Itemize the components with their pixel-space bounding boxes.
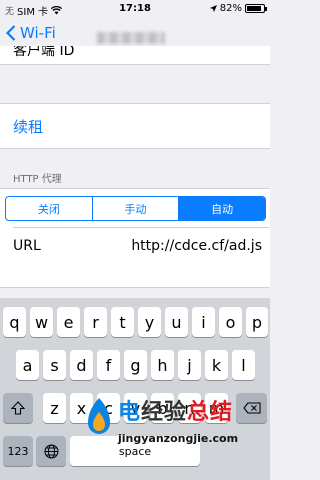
key-j[interactable]: j — [178, 350, 201, 380]
keyboard-row-4: 123 space — [0, 436, 270, 466]
key-i[interactable]: i — [192, 307, 215, 337]
key-z[interactable]: z — [43, 393, 66, 423]
keyboard-row-1: q w e r t y u i o p — [0, 307, 270, 337]
network-name-redacted — [97, 32, 165, 44]
status-right: 82% — [209, 3, 267, 14]
key-w[interactable]: w — [30, 307, 53, 337]
renew-lease-button[interactable]: 续租 — [0, 103, 270, 149]
proxy-mode-manual[interactable]: 手动 — [91, 197, 179, 220]
back-label: Wi-Fi — [20, 24, 56, 42]
key-b[interactable]: b — [151, 393, 174, 423]
renew-lease-label: 续租 — [13, 118, 44, 136]
url-field[interactable]: http://cdce.cf/ad.js — [131, 238, 262, 254]
divider — [13, 227, 270, 228]
client-id-label: 客户端 ID — [13, 46, 75, 59]
keyboard: q w e r t y u i o p a s d f g h j k l z … — [0, 298, 270, 480]
proxy-mode-segmented-control: 关闭 手动 自动 — [5, 196, 266, 221]
key-n[interactable]: n — [178, 393, 201, 423]
keyboard-row-2: a s d f g h j k l — [0, 350, 270, 380]
key-c[interactable]: c — [97, 393, 120, 423]
key-o[interactable]: o — [219, 307, 242, 337]
delete-key[interactable] — [236, 393, 267, 423]
keyboard-row-3: z x c v b n m — [0, 393, 270, 423]
space-key[interactable]: space — [70, 436, 200, 466]
globe-key[interactable] — [36, 436, 66, 466]
key-p[interactable]: p — [246, 307, 268, 337]
back-button[interactable]: Wi-Fi — [6, 24, 56, 42]
status-bar: 无 SIM 卡 17:18 82% — [0, 0, 270, 18]
key-r[interactable]: r — [84, 307, 107, 337]
key-k[interactable]: k — [205, 350, 228, 380]
key-u[interactable]: u — [165, 307, 188, 337]
shift-key[interactable] — [3, 393, 33, 423]
key-x[interactable]: x — [70, 393, 93, 423]
key-a[interactable]: a — [16, 350, 39, 380]
chevron-left-icon — [6, 25, 16, 41]
numbers-key[interactable]: 123 — [3, 436, 33, 466]
globe-icon — [44, 444, 58, 458]
key-m[interactable]: m — [205, 393, 228, 423]
key-d[interactable]: d — [70, 350, 93, 380]
delete-icon — [242, 402, 261, 414]
key-q[interactable]: q — [3, 307, 26, 337]
key-v[interactable]: v — [124, 393, 147, 423]
key-h[interactable]: h — [151, 350, 174, 380]
key-y[interactable]: y — [138, 307, 161, 337]
battery-percent: 82% — [219, 3, 242, 14]
location-icon — [209, 5, 217, 12]
shift-icon — [11, 401, 25, 415]
key-l[interactable]: l — [232, 350, 255, 380]
url-label: URL — [13, 238, 41, 254]
key-g[interactable]: g — [124, 350, 147, 380]
proxy-mode-off[interactable]: 关闭 — [6, 197, 92, 220]
key-s[interactable]: s — [43, 350, 66, 380]
client-id-row: 客户端 ID — [0, 46, 270, 65]
battery-icon — [245, 4, 267, 13]
proxy-mode-auto[interactable]: 自动 — [178, 197, 265, 220]
http-proxy-section-title: HTTP 代理 — [13, 174, 62, 185]
http-proxy-group: 关闭 手动 自动 URL http://cdce.cf/ad.js — [0, 188, 270, 288]
key-t[interactable]: t — [111, 307, 134, 337]
key-e[interactable]: e — [57, 307, 80, 337]
key-f[interactable]: f — [97, 350, 120, 380]
